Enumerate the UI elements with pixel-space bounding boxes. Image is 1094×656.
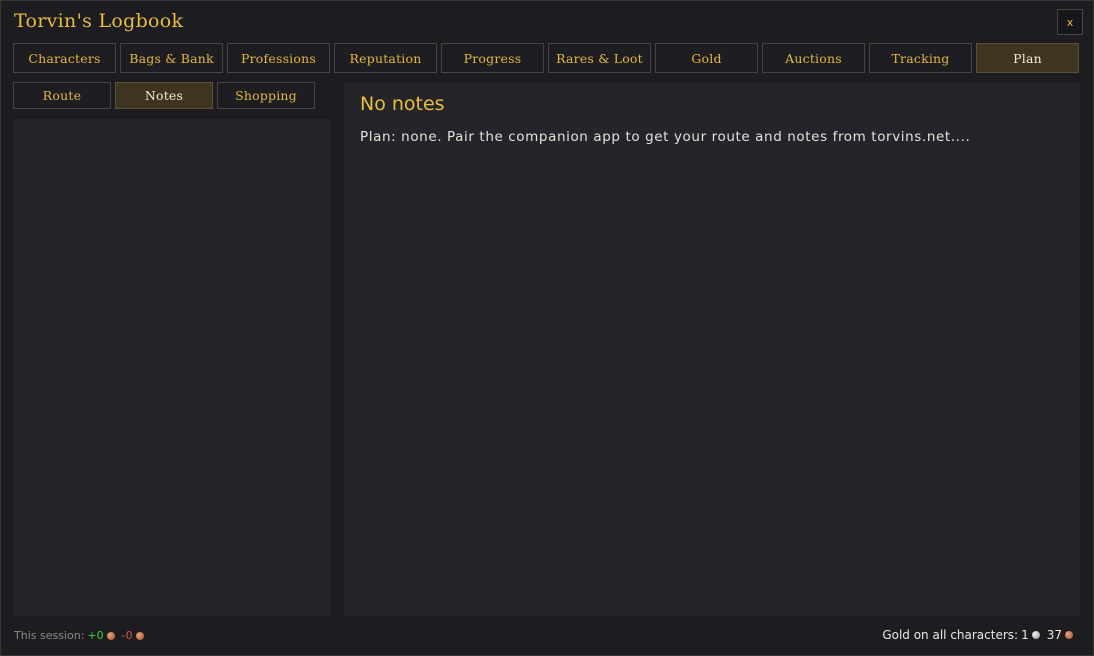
gold-total: Gold on all characters: 1 37	[882, 628, 1077, 642]
notes-content-panel: No notes Plan: none. Pair the companion …	[344, 83, 1080, 616]
session-label: This session:	[14, 629, 85, 642]
logbook-window: Torvin's Logbook x Characters Bags & Ban…	[0, 0, 1094, 656]
tab-auctions[interactable]: Auctions	[762, 43, 865, 73]
session-loss: -0	[121, 629, 133, 642]
close-icon: x	[1066, 15, 1074, 29]
tab-plan[interactable]: Plan	[976, 43, 1079, 73]
copper-coin-icon	[135, 631, 144, 640]
tab-professions[interactable]: Professions	[227, 43, 330, 73]
window-title: Torvin's Logbook	[14, 10, 184, 32]
session-gain: +0	[87, 629, 104, 642]
copper-coin-icon	[1065, 631, 1073, 639]
tab-gold[interactable]: Gold	[655, 43, 758, 73]
tab-progress[interactable]: Progress	[441, 43, 544, 73]
session-summary: This session: +0 -0	[14, 629, 148, 642]
copper-coin-icon	[106, 631, 115, 640]
tab-tracking[interactable]: Tracking	[869, 43, 972, 73]
sub-tab-bar: Route Notes Shopping	[13, 82, 315, 109]
silver-coin-icon	[1031, 631, 1040, 639]
content-title: No notes	[360, 93, 445, 115]
tab-characters[interactable]: Characters	[13, 43, 116, 73]
notes-list-panel[interactable]	[13, 119, 330, 616]
gold-label: Gold on all characters:	[882, 628, 1019, 642]
gold-amount: 1	[1021, 628, 1029, 642]
tab-bags-bank[interactable]: Bags & Bank	[120, 43, 223, 73]
tab-rares-loot[interactable]: Rares & Loot	[548, 43, 651, 73]
content-text: Plan: none. Pair the companion app to ge…	[360, 129, 971, 145]
tab-reputation[interactable]: Reputation	[334, 43, 437, 73]
subtab-shopping[interactable]: Shopping	[217, 82, 315, 109]
subtab-notes[interactable]: Notes	[115, 82, 213, 109]
subtab-route[interactable]: Route	[13, 82, 111, 109]
close-button[interactable]: x	[1057, 9, 1083, 35]
main-tab-bar: Characters Bags & Bank Professions Reput…	[13, 43, 1081, 73]
silver-amount: 37	[1046, 628, 1062, 642]
